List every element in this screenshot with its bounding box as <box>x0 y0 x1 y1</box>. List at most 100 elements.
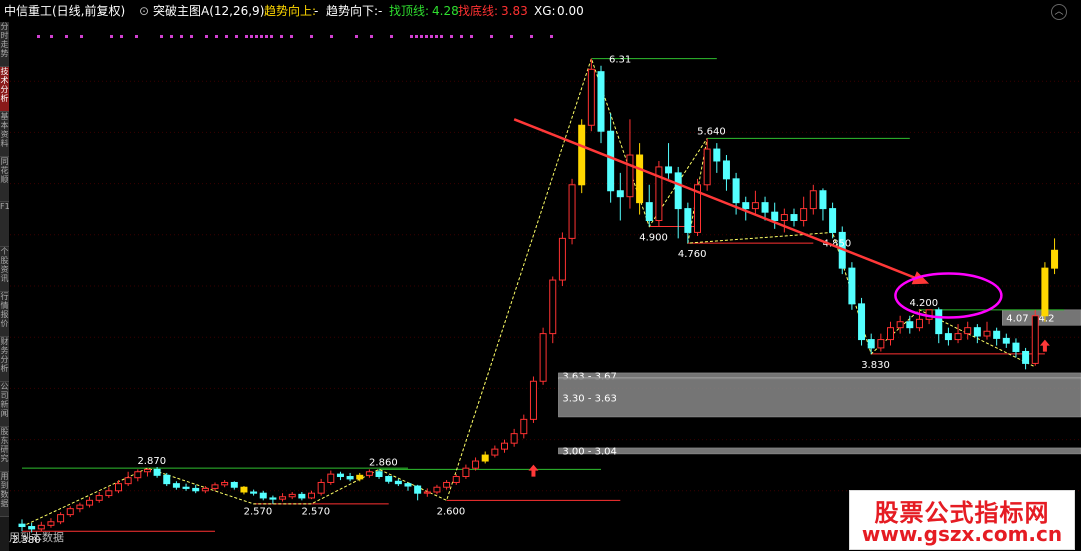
candle-body <box>182 486 190 489</box>
candle-body <box>568 184 576 239</box>
marker-dot <box>250 35 253 38</box>
candle-body <box>269 497 277 500</box>
marker-dot <box>260 35 263 38</box>
marker-dot <box>420 35 423 38</box>
candlestick-chart[interactable]: 3.63 - 3.673.30 - 3.633.00 - 3.044.07 - … <box>10 22 1081 551</box>
candle-body <box>501 442 508 450</box>
candle-body <box>578 124 586 186</box>
candle-body <box>616 190 624 198</box>
price-zone-label: 3.30 - 3.63 <box>562 393 617 404</box>
marker-dot <box>180 35 183 38</box>
sidebar-tab-2[interactable]: 基本资料 <box>0 112 9 157</box>
top-line-label: 找顶线: <box>389 4 430 18</box>
trend-down-label: 趋势向下: <box>326 4 379 18</box>
indicator-name[interactable]: 突破主图A(12,26,9) <box>153 0 264 22</box>
marker-dot <box>550 35 553 38</box>
candle-body <box>558 237 566 281</box>
marker-dot <box>355 35 358 38</box>
candle-body <box>279 496 287 500</box>
candle-body <box>95 495 103 501</box>
marker-dot <box>120 35 123 38</box>
stock-name[interactable]: 中信重工(日线,前复权) <box>4 0 125 22</box>
candle-body <box>211 484 219 489</box>
candle-body <box>66 508 74 516</box>
sidebar-tab-9[interactable]: 股东研究 <box>0 427 9 472</box>
candle-body <box>829 208 837 233</box>
buy-arrow-icon <box>1039 339 1050 352</box>
sidebar-tab-5[interactable]: 个股资讯 <box>0 247 9 292</box>
candle-body <box>491 448 499 456</box>
candle-body <box>1031 315 1039 364</box>
price-label: 6.31 <box>609 55 631 66</box>
candle-body <box>423 491 431 494</box>
candle-body <box>433 486 441 493</box>
candle-body <box>115 483 122 492</box>
marker-dot <box>280 35 283 38</box>
sidebar-tab-3[interactable]: 同花顺 <box>0 157 9 202</box>
dropdown-icon[interactable]: ⊙ <box>139 0 149 22</box>
sidebar-tab-6[interactable]: 行情报价 <box>0 292 9 337</box>
marker-dot <box>265 35 268 38</box>
sidebar-tab-8[interactable]: 公司新闻 <box>0 382 9 427</box>
candle-body <box>915 318 923 329</box>
candle-body <box>906 321 914 329</box>
xg-label: XG: <box>534 4 556 18</box>
xg-value: 0.00 <box>557 4 584 18</box>
price-zone <box>558 447 1081 455</box>
marker-dot <box>225 35 228 38</box>
candle-body <box>327 473 335 483</box>
buy-arrow-icon <box>528 464 539 477</box>
marker-dot <box>110 35 113 38</box>
candle-body <box>462 467 470 478</box>
candle-body <box>587 68 595 126</box>
marker-dot <box>430 35 433 38</box>
candle-body <box>732 178 740 204</box>
marker-dot <box>530 35 533 38</box>
marker-dot <box>410 35 413 38</box>
bottom-line-value: 3.83 <box>501 4 528 18</box>
candle-body <box>308 492 315 499</box>
marker-dot <box>170 35 173 38</box>
candle-body <box>935 309 943 335</box>
candle-body <box>298 493 306 499</box>
candle-body <box>1002 337 1010 344</box>
marker-dot <box>435 35 438 38</box>
candle-body <box>742 202 750 210</box>
price-label: 2.570 <box>244 506 273 517</box>
sidebar-tab-4[interactable]: F10 <box>0 202 9 247</box>
zigzag-line <box>21 57 1036 527</box>
candle-body <box>18 523 26 528</box>
watermark-url: www.gszx.com.cn <box>861 522 1063 546</box>
candle-body <box>848 267 856 305</box>
sidebar-tab-10[interactable]: 用到数据 <box>0 472 9 517</box>
sidebar-tab-0[interactable]: 分时走势 <box>0 22 9 67</box>
candle-body <box>1051 249 1059 269</box>
sidebar-tab-7[interactable]: 财务分析 <box>0 337 9 382</box>
candle-body <box>858 303 866 341</box>
stock-chart-window: 中信重工(日线,前复权) ⊙ 突破主图A(12,26,9) 趋势向上: - 趋势… <box>0 0 1081 551</box>
trend-up-value: - <box>314 4 319 18</box>
chevron-up-icon[interactable]: ︿ <box>1051 4 1067 20</box>
candle-body <box>1012 342 1020 352</box>
candle-body <box>819 190 827 210</box>
price-label: 4.760 <box>678 249 707 260</box>
candle-body <box>771 211 779 222</box>
candle-body <box>964 327 972 335</box>
candle-body <box>761 202 769 213</box>
candle-body <box>954 333 962 341</box>
chart-header: 中信重工(日线,前复权) ⊙ 突破主图A(12,26,9) 趋势向上: - 趋势… <box>0 0 1081 22</box>
marker-dot <box>470 35 473 38</box>
candle-body <box>703 148 711 186</box>
candle-body <box>645 202 653 222</box>
marker-dot <box>330 35 333 38</box>
marker-dot <box>215 35 218 38</box>
candle-body <box>539 333 547 382</box>
highlight-ellipse <box>894 272 1003 319</box>
candle-body <box>790 214 798 222</box>
candle-body <box>385 476 393 482</box>
candle-body <box>86 499 94 506</box>
sidebar-tab-1[interactable]: 技术分析 <box>0 67 9 112</box>
marker-dot <box>270 35 273 38</box>
candle-body <box>472 460 480 469</box>
trend-down-value: - <box>378 4 383 18</box>
